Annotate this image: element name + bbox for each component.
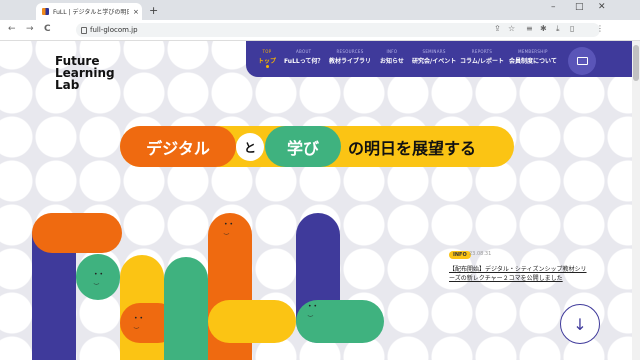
forward-icon[interactable]: → — [26, 24, 34, 34]
nav-item-resources[interactable]: RESOURCES 教材ライブラリ — [329, 49, 371, 65]
tab-close-icon[interactable]: × — [133, 8, 139, 16]
nav-item-top[interactable]: TOP トップ — [258, 49, 276, 65]
news-category-badge: INFO — [449, 251, 471, 259]
site-logo[interactable]: Future Learning Lab — [55, 55, 115, 91]
puzzle-icon[interactable]: ✱ — [540, 24, 547, 33]
nav-item-jp: トップ — [258, 58, 277, 65]
nav-item-en: TOP — [262, 49, 272, 54]
news-link[interactable]: 【配布開始】デジタル・シティズンシップ教材シリーズの新レクチャー２コマを公開しま… — [449, 265, 589, 283]
nav-item-membership[interactable]: MEMBERSHIP 会員制度について — [509, 49, 557, 65]
headline-tail: の明日を展望する — [348, 138, 477, 158]
nav-item-seminars[interactable]: SEMINARS 研究会/イベント — [412, 49, 456, 65]
active-indicator-dot — [266, 65, 269, 68]
new-tab-button[interactable]: + — [149, 4, 158, 17]
download-icon[interactable]: ⤓ — [556, 24, 560, 34]
nav-item-en: ABOUT — [295, 49, 312, 54]
close-window-icon[interactable]: ✕ — [598, 2, 606, 12]
scrollbar-thumb[interactable] — [633, 45, 639, 81]
menu-dots-icon[interactable]: ⋮ — [596, 24, 604, 33]
shape-green-u — [164, 257, 208, 360]
page-scrollbar[interactable] — [632, 41, 640, 360]
maximize-icon[interactable]: □ — [575, 2, 584, 12]
headline-digital: デジタル — [120, 126, 236, 167]
back-icon[interactable]: ← — [8, 24, 16, 34]
nav-item-en: REPORTS — [471, 49, 493, 54]
address-bar-row: ← → C full-glocom.jp ⇪ ☆ ≡ ✱ ⤓ ▯ ⋮ — [0, 20, 640, 41]
nav-item-jp: 研究会/イベント — [412, 58, 457, 65]
mail-icon — [576, 57, 588, 65]
headline-to: と — [236, 133, 264, 161]
face-icon: • • ‿ — [94, 271, 103, 285]
news-date: 23.08.31 — [469, 251, 492, 257]
arrow-down-icon: ↓ — [573, 314, 587, 334]
scroll-down-button[interactable]: ↓ — [560, 304, 600, 344]
browser-tab[interactable]: FuLL | デジタルと学びの明日を展望 × — [36, 3, 142, 20]
logo-line-3: Lab — [55, 78, 80, 92]
nav-item-en: MEMBERSHIP — [518, 49, 548, 54]
nav-item-about[interactable]: ABOUT FuLLって何？ — [284, 49, 323, 65]
share-icon[interactable]: ⇪ — [494, 24, 501, 33]
face-icon: • • ‿ — [308, 303, 317, 317]
web-page: Future Learning Lab TOP トップ ABOUT FuLLって… — [0, 41, 632, 360]
browser-tab-bar: FuLL | デジタルと学びの明日を展望 × + – □ ✕ — [0, 0, 640, 20]
face-icon: • • ‿ — [134, 315, 143, 329]
nav-item-info[interactable]: INFO お知らせ — [380, 49, 404, 65]
tab-title: FuLL | デジタルと学びの明日を展望 — [53, 9, 129, 16]
sidebar-icon[interactable]: ▯ — [570, 24, 574, 33]
nav-item-reports[interactable]: REPORTS コラム/レポート — [460, 49, 504, 65]
nav-item-en: SEMINARS — [422, 49, 446, 54]
site-favicon-icon — [42, 8, 49, 15]
bookmark-star-icon[interactable]: ☆ — [508, 24, 515, 33]
face-icon: • • ‿ — [224, 221, 233, 235]
lock-icon — [81, 27, 87, 34]
shape-orange-bar — [32, 213, 122, 253]
url-text: full-glocom.jp — [90, 26, 138, 34]
nav-item-en: RESOURCES — [336, 49, 364, 54]
nav-item-jp: コラム/レポート — [460, 58, 505, 65]
nav-item-jp: お知らせ — [380, 58, 404, 65]
nav-item-jp: 会員制度について — [509, 58, 557, 65]
headline-manabi: 学び — [265, 126, 341, 167]
minimize-icon[interactable]: – — [551, 2, 556, 12]
contact-button[interactable] — [568, 47, 596, 75]
nav-item-jp: 教材ライブラリ — [329, 58, 372, 65]
url-field[interactable]: full-glocom.jp — [76, 23, 600, 37]
reload-icon[interactable]: C — [44, 24, 51, 34]
nav-item-en: INFO — [386, 49, 398, 54]
shape-yellow-bar — [208, 300, 296, 343]
nav-item-jp: FuLLって何？ — [284, 58, 324, 65]
extension-icon[interactable]: ≡ — [526, 24, 533, 33]
